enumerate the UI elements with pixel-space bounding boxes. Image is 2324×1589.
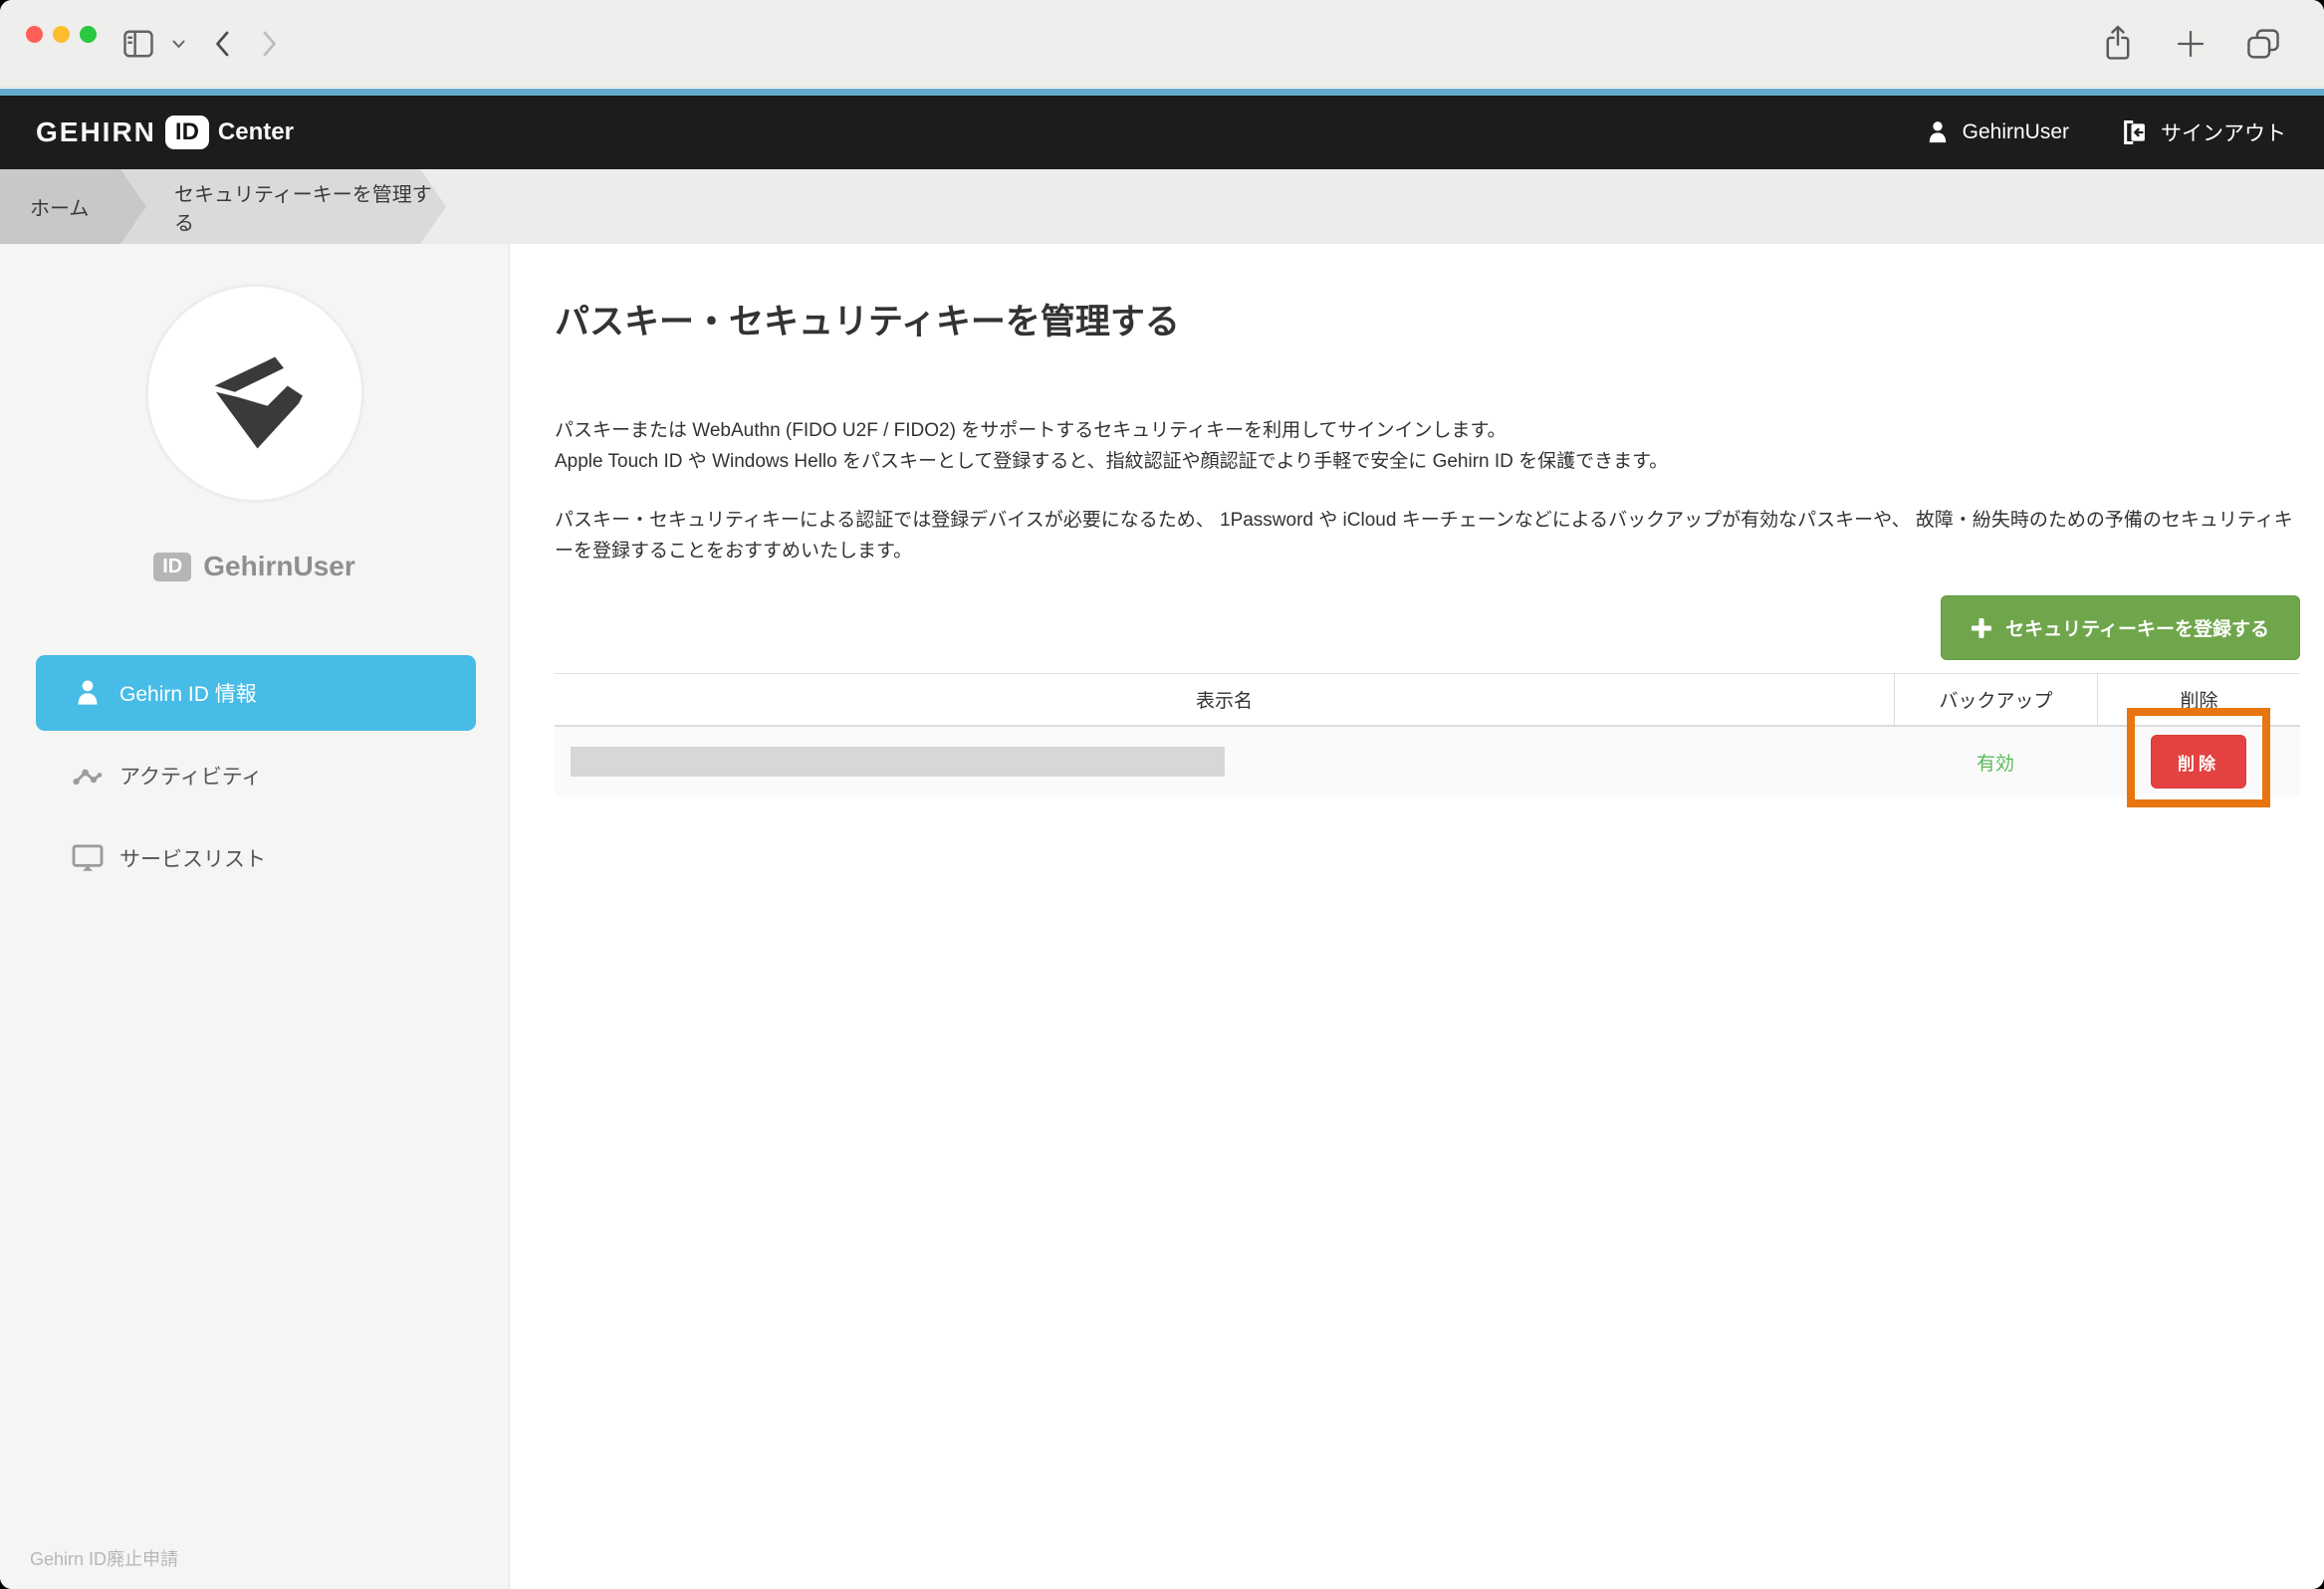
monitor-icon <box>70 844 106 872</box>
site-header: GEHIRN ID Center GehirnUser サインアウト <box>0 96 2324 169</box>
share-icon[interactable] <box>2103 25 2133 62</box>
intro-line-1: パスキーまたは WebAuthn (FIDO U2F / FIDO2) をサポー… <box>555 415 2300 446</box>
intro-paragraph: パスキーまたは WebAuthn (FIDO U2F / FIDO2) をサポー… <box>555 415 2300 477</box>
zoom-window-button[interactable] <box>80 26 97 43</box>
tab-overview-icon[interactable] <box>2246 28 2280 60</box>
user-icon <box>70 678 106 708</box>
header-actions: GehirnUser サインアウト <box>1925 117 2286 147</box>
page-title: パスキー・セキュリティキーを管理する <box>555 301 2300 343</box>
gehirn-logo-mark-icon <box>192 336 318 451</box>
register-button-row: セキュリティーキーを登録する <box>555 595 2300 660</box>
back-icon[interactable] <box>214 30 230 58</box>
avatar <box>145 284 364 503</box>
window-controls <box>26 26 97 43</box>
breadcrumb-item-home[interactable]: ホーム <box>0 169 146 244</box>
cell-delete: 削除 <box>2097 727 2300 796</box>
main-content: パスキー・セキュリティキーを管理する パスキーまたは WebAuthn (FID… <box>510 244 2324 1589</box>
new-tab-icon[interactable] <box>2177 30 2205 58</box>
profile: ID GehirnUser <box>0 551 509 582</box>
signout-label: サインアウト <box>2161 117 2286 147</box>
register-button-label: セキュリティーキーを登録する <box>2005 614 2269 641</box>
logo-brand-text: GEHIRN <box>36 116 156 148</box>
activity-icon <box>70 764 106 788</box>
profile-id-badge: ID <box>153 553 191 581</box>
logo-id-badge: ID <box>165 115 209 149</box>
sidebar-item-label: Gehirn ID 情報 <box>119 678 257 708</box>
sidebar-item-service-list[interactable]: サービスリスト <box>0 820 509 896</box>
security-keys-table: 表示名 バックアップ 削除 有効 削除 <box>555 673 2300 796</box>
cell-backup: 有効 <box>1894 727 2097 796</box>
note-paragraph: パスキー・セキュリティキーによる認証では登録デバイスが必要になるため、 1Pas… <box>555 505 2300 567</box>
signout-icon <box>2121 118 2149 146</box>
gehirn-id-abolition-link[interactable]: Gehirn ID廃止申請 <box>30 1545 178 1571</box>
gehirn-id-center-logo[interactable]: GEHIRN ID Center <box>36 115 294 149</box>
delete-key-button[interactable]: 削除 <box>2151 735 2246 789</box>
close-window-button[interactable] <box>26 26 43 43</box>
cell-display-name <box>555 727 1894 796</box>
chevron-down-icon[interactable] <box>172 40 185 49</box>
user-icon <box>1925 119 1951 145</box>
redacted-display-name <box>571 747 1225 777</box>
logo-center-text: Center <box>218 118 294 146</box>
register-security-key-button[interactable]: セキュリティーキーを登録する <box>1941 595 2300 660</box>
table-header-row: 表示名 バックアップ 削除 <box>555 673 2300 727</box>
browser-window: GEHIRN ID Center GehirnUser サインアウト <box>0 0 2324 1589</box>
breadcrumb-home-label: ホーム <box>30 192 89 221</box>
sidebar-item-gehirn-id-info[interactable]: Gehirn ID 情報 <box>36 655 476 731</box>
sidebar-item-label: アクティビティ <box>119 761 262 791</box>
breadcrumb-current-label: セキュリティーキーを管理する <box>174 178 446 236</box>
browser-toolbar <box>0 0 2324 88</box>
forward-icon[interactable] <box>262 30 278 58</box>
table-row: 有効 削除 <box>555 727 2300 796</box>
intro-line-2: Apple Touch ID や Windows Hello をパスキーとして登… <box>555 446 2300 477</box>
backup-status-badge: 有効 <box>1976 749 2014 776</box>
page-accent-strip <box>0 89 2324 96</box>
column-header-backup: バックアップ <box>1894 674 2097 725</box>
minimize-window-button[interactable] <box>53 26 70 43</box>
sidebar-item-activity[interactable]: アクティビティ <box>0 738 509 813</box>
sidebar-toggle-icon[interactable] <box>123 30 153 58</box>
breadcrumb: セキュリティーキーを管理する ホーム <box>0 169 2324 244</box>
sidebar-menu: Gehirn ID 情報 アクティビティ <box>0 655 509 903</box>
plus-icon <box>1972 618 1991 638</box>
header-username: GehirnUser <box>1963 120 2069 144</box>
profile-name: GehirnUser <box>203 551 355 582</box>
column-header-display-name: 表示名 <box>555 674 1894 725</box>
user-menu[interactable]: GehirnUser <box>1925 119 2069 145</box>
column-header-delete: 削除 <box>2097 674 2300 725</box>
sidebar-item-label: サービスリスト <box>119 843 266 873</box>
sidebar: ID GehirnUser Gehirn ID 情報 <box>0 244 510 1589</box>
signout-button[interactable]: サインアウト <box>2121 117 2286 147</box>
